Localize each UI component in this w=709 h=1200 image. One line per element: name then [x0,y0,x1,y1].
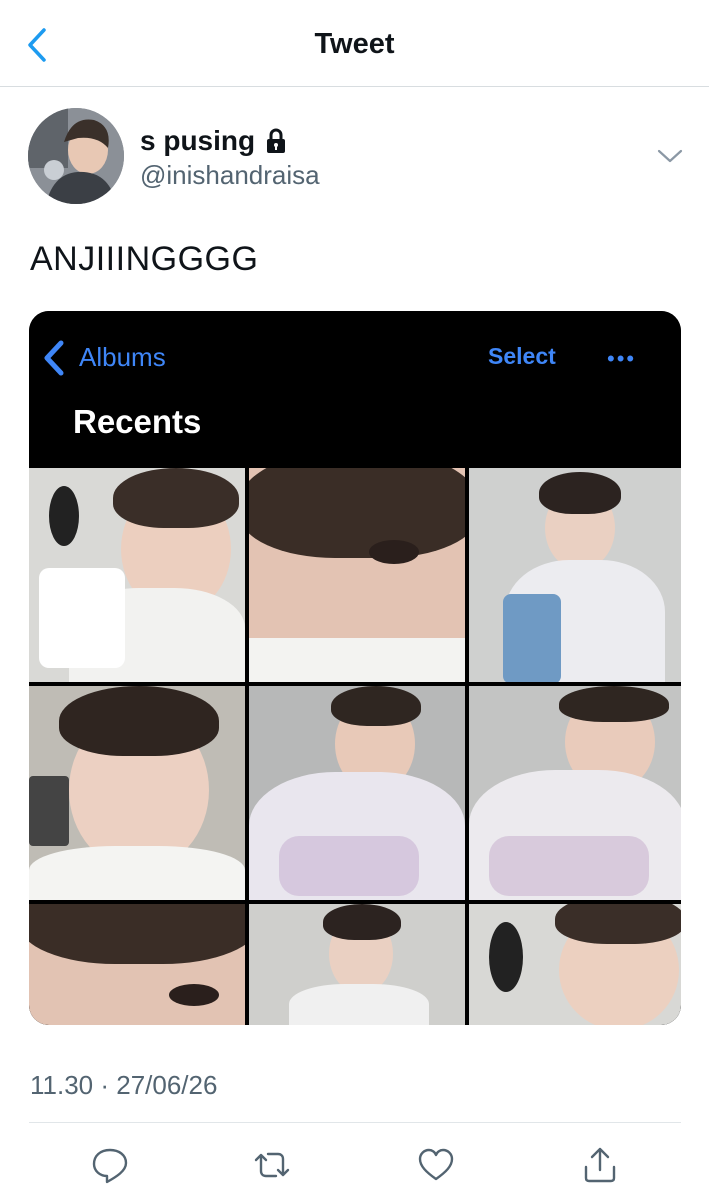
lock-icon [267,128,286,153]
albums-label: Albums [79,342,166,372]
author-handle[interactable]: @inishandraisa [140,160,320,191]
reply-icon[interactable] [90,1145,130,1185]
photo-thumbnail [469,904,681,1025]
avatar[interactable] [28,108,124,204]
photo-thumbnail [249,468,465,682]
photo-thumbnail [469,468,681,682]
page-title: Tweet [314,28,395,60]
photo-thumbnail [249,904,465,1025]
photo-thumbnail [29,904,245,1025]
like-icon[interactable] [416,1145,456,1185]
divider [29,1122,681,1123]
more-icon: ••• [607,346,637,371]
chevron-down-icon[interactable] [656,146,684,166]
tweet-media[interactable]: Albums Select ••• Recents [29,311,681,1025]
author-name[interactable]: s pusing [140,125,255,157]
tweet-text: ANJIIINGGGG [30,240,259,278]
top-bar: Tweet [0,0,709,87]
retweet-icon[interactable] [252,1145,292,1185]
back-chevron-icon [44,340,64,376]
photo-grid [29,468,681,1025]
recents-title: Recents [73,403,202,440]
share-icon[interactable] [580,1145,620,1185]
select-label: Select [488,343,556,369]
photos-app-header: Albums Select ••• Recents [29,311,681,468]
photo-thumbnail [469,686,681,900]
photo-thumbnail [29,686,245,900]
photo-thumbnail [29,468,245,682]
author-name-row: s pusing [140,124,287,158]
photo-thumbnail [249,686,465,900]
tweet-timestamp: 11.30 · 27/06/26 [30,1070,218,1100]
